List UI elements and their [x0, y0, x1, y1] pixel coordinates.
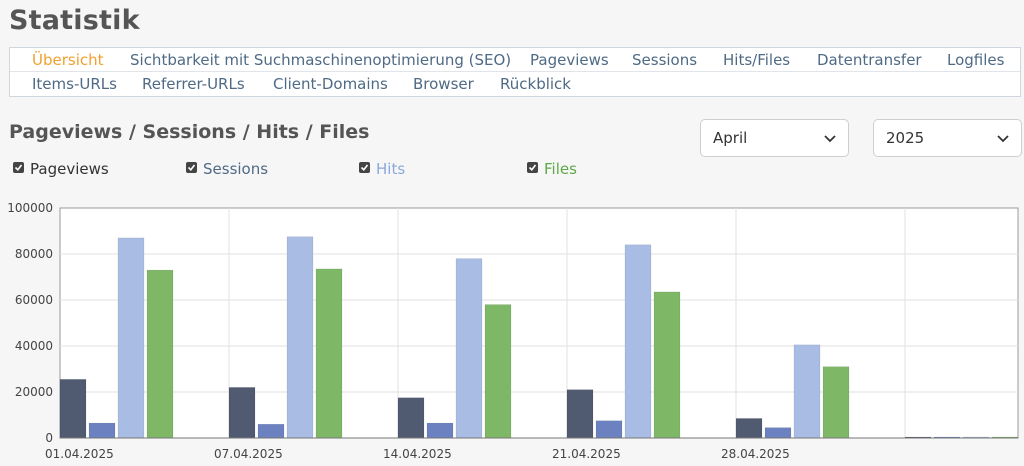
- stats-bar-chart: 0 20000 40000 60000 80000 100000 01.04.2025 07.…: [7, 201, 1019, 461]
- tab-referrer-urls[interactable]: Referrer-URLs: [142, 75, 245, 93]
- bar-sessions: [88, 422, 116, 439]
- tab-client-domains[interactable]: Client-Domains: [273, 75, 388, 93]
- y-tick-label: 80000: [15, 247, 53, 261]
- y-tick-label: 60000: [15, 293, 53, 307]
- y-tick-label: 20000: [15, 385, 53, 399]
- y-tick-label: 40000: [15, 339, 53, 353]
- x-tick-label: 14.04.2025: [383, 447, 452, 461]
- bar-pageviews: [59, 379, 87, 439]
- bar-files: [484, 304, 512, 439]
- tab-seo[interactable]: Sichtbarkeit mit Suchmaschinenoptimierun…: [130, 51, 511, 69]
- bar-pageviews: [228, 387, 256, 439]
- bar-sessions: [595, 420, 623, 439]
- bar-sessions: [426, 422, 454, 439]
- checkbox-checked-icon[interactable]: [13, 162, 24, 173]
- chevron-down-icon: [997, 135, 1009, 143]
- x-tick-label: 07.04.2025: [214, 447, 283, 461]
- bar-pageviews: [735, 418, 763, 439]
- month-select[interactable]: April: [700, 119, 849, 157]
- bar-pageviews: [397, 397, 425, 439]
- bar-files: [653, 291, 681, 439]
- tab-uebersicht[interactable]: Übersicht: [32, 51, 104, 69]
- page-title: Statistik: [9, 5, 140, 36]
- stats-nav: Übersicht Sichtbarkeit mit Suchmaschinen…: [9, 47, 1021, 97]
- nav-row-1: Übersicht Sichtbarkeit mit Suchmaschinen…: [10, 48, 1020, 72]
- bar-sessions: [257, 423, 285, 439]
- y-tick-label: 100000: [7, 201, 53, 215]
- bar-hits: [286, 236, 314, 439]
- plot-area: [59, 207, 1019, 439]
- y-tick-label: 0: [45, 431, 53, 445]
- year-select[interactable]: 2025: [873, 119, 1022, 157]
- legend-label-hits: Hits: [376, 160, 406, 178]
- bar-sessions: [764, 427, 792, 439]
- section-title: Pageviews / Sessions / Hits / Files: [9, 121, 370, 143]
- bar-pageviews: [566, 389, 594, 439]
- bar-hits: [624, 244, 652, 439]
- tab-sessions[interactable]: Sessions: [632, 51, 697, 69]
- tab-datentransfer[interactable]: Datentransfer: [817, 51, 922, 69]
- bar-files: [822, 366, 850, 439]
- nav-row-2: Items-URLs Referrer-URLs Client-Domains …: [10, 72, 1020, 96]
- tab-hits-files[interactable]: Hits/Files: [723, 51, 790, 69]
- year-select-value: 2025: [886, 129, 925, 147]
- legend-label-pageviews: Pageviews: [30, 160, 109, 178]
- tab-browser[interactable]: Browser: [413, 75, 474, 93]
- tab-logfiles[interactable]: Logfiles: [947, 51, 1004, 69]
- checkbox-checked-icon[interactable]: [186, 162, 197, 173]
- x-tick-label: 28.04.2025: [721, 447, 790, 461]
- tab-rueckblick[interactable]: Rückblick: [500, 75, 571, 93]
- tab-items-urls[interactable]: Items-URLs: [32, 75, 117, 93]
- x-tick-label: 21.04.2025: [552, 447, 621, 461]
- bar-hits: [117, 237, 145, 439]
- chevron-down-icon: [824, 135, 836, 143]
- x-tick-label: 01.04.2025: [45, 447, 114, 461]
- tab-pageviews[interactable]: Pageviews: [530, 51, 609, 69]
- checkbox-checked-icon[interactable]: [527, 162, 538, 173]
- legend-label-files: Files: [544, 160, 577, 178]
- bar-hits: [455, 258, 483, 439]
- bar-files: [315, 268, 343, 439]
- bar-hits: [793, 344, 821, 439]
- checkbox-checked-icon[interactable]: [359, 162, 370, 173]
- legend-label-sessions: Sessions: [203, 160, 269, 178]
- month-select-value: April: [713, 129, 748, 147]
- bar-files: [146, 269, 174, 439]
